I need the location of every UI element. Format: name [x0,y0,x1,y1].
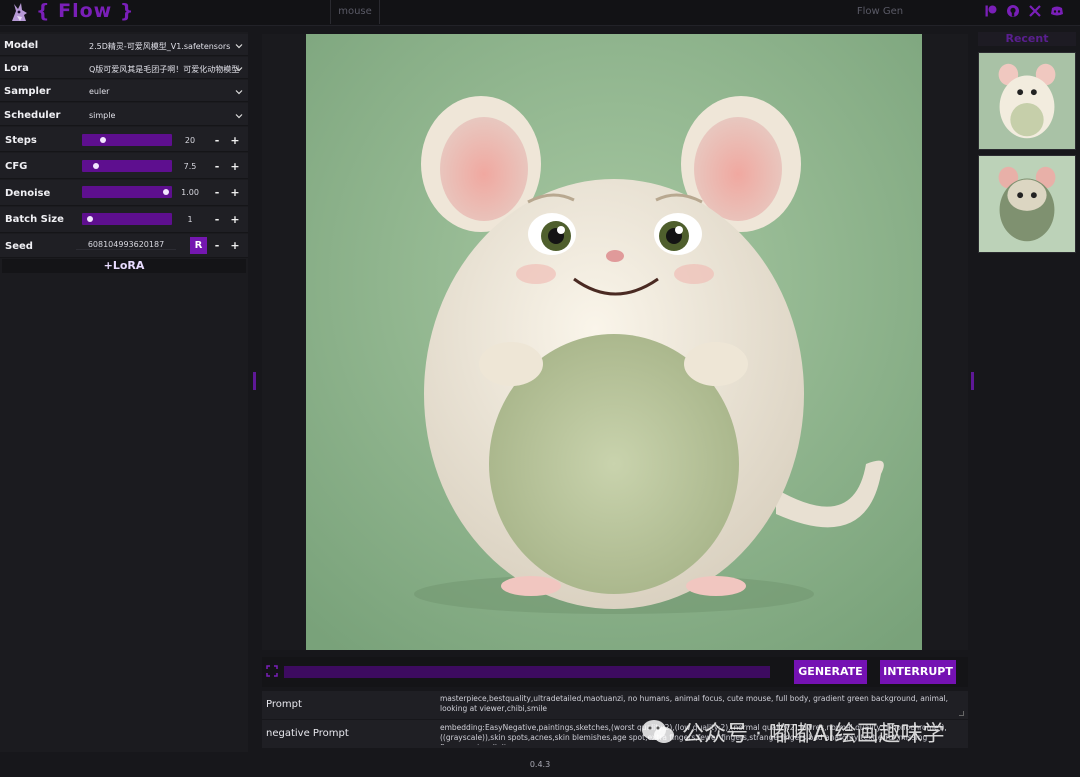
batch-size-slider-thumb[interactable] [87,216,93,222]
chevron-down-icon [235,114,243,119]
recent-thumbnail[interactable] [978,52,1076,150]
denoise-value[interactable]: 1.00 [176,188,204,197]
cfg-value[interactable]: 7.5 [176,162,204,171]
discord-icon[interactable] [1050,4,1064,18]
wechat-icon [642,720,674,743]
cfg-label: CFG [5,161,28,172]
steps-label: Steps [5,135,37,146]
lora-value: Q版可爱风其是毛团子啊！可爱化动物模型 [89,65,240,74]
left-panel-resize-handle[interactable] [253,372,256,390]
cfg-slider-thumb[interactable] [93,163,99,169]
x-icon[interactable] [1028,4,1042,18]
lora-select[interactable]: Lora Q版可爱风其是毛团子啊！可爱化动物模型 [0,57,248,79]
steps-decrement-button[interactable]: - [211,134,223,147]
resize-grip-icon[interactable] [959,711,964,716]
recent-panel: Recent [976,32,1080,752]
top-bar: { Flow } mouse Flow Gen [0,0,1080,26]
tab-mouse[interactable]: mouse [330,0,380,24]
batch-size-value[interactable]: 1 [176,215,204,224]
generated-image [306,34,922,650]
steps-slider[interactable] [82,134,172,146]
version-label: 0.4.3 [529,760,551,769]
settings-panel: Model 2.5D精灵-可爱风模型_V1.safetensors Lora Q… [0,32,248,752]
scheduler-select[interactable]: Scheduler simple [0,103,248,126]
seed-input[interactable]: 608104993620187 [76,240,176,250]
denoise-slider-thumb[interactable] [163,189,169,195]
scheduler-label: Scheduler [4,110,61,121]
model-value: 2.5D精灵-可爱风模型_V1.safetensors [89,42,231,51]
lora-label: Lora [4,63,29,74]
denoise-increment-button[interactable]: + [229,186,241,199]
negative-prompt-label: negative Prompt [266,728,349,739]
seed-decrement-button[interactable]: - [211,239,223,252]
steps-increment-button[interactable]: + [229,134,241,147]
sampler-value: euler [89,87,110,96]
watermark-text: 公众号 · 嘟嘟AI绘画趣味学 [682,722,945,747]
prompt-field[interactable]: Prompt masterpiece,bestquality,ultradeta… [262,691,968,719]
sampler-select[interactable]: Sampler euler [0,80,248,102]
fullscreen-icon[interactable] [266,665,278,677]
seed-label: Seed [5,241,33,252]
cfg-slider[interactable] [82,160,172,172]
denoise-label: Denoise [5,188,51,199]
denoise-slider[interactable] [82,186,172,198]
batch-size-label: Batch Size [5,214,64,225]
prompt-label: Prompt [266,699,302,710]
patreon-icon[interactable] [984,4,998,18]
sampler-label: Sampler [4,86,51,97]
cfg-decrement-button[interactable]: - [211,160,223,173]
seed-row: Seed 608104993620187 R - + [0,234,248,258]
watermark: 公众号 · 嘟嘟AI绘画趣味学 [640,716,945,748]
chevron-down-icon [235,44,243,49]
steps-row: Steps 20 - + [0,127,248,152]
model-select[interactable]: Model 2.5D精灵-可爱风模型_V1.safetensors [0,34,248,56]
scheduler-value: simple [89,111,116,120]
interrupt-button[interactable]: INTERRUPT [880,660,956,684]
seed-increment-button[interactable]: + [229,239,241,252]
denoise-row: Denoise 1.00 - + [0,180,248,206]
chevron-down-icon [235,67,243,72]
chevron-down-icon [235,90,243,95]
batch-size-decrement-button[interactable]: - [211,213,223,226]
recent-title: Recent [978,32,1076,46]
random-seed-button[interactable]: R [190,237,207,254]
recent-thumbnail[interactable] [978,155,1076,253]
action-bar: GENERATE INTERRUPT [262,657,968,687]
model-label: Model [4,40,39,51]
batch-size-slider[interactable] [82,213,172,225]
prompt-input[interactable]: masterpiece,bestquality,ultradetailed,ma… [440,694,960,716]
steps-value[interactable]: 20 [176,136,204,145]
denoise-decrement-button[interactable]: - [211,186,223,199]
steps-slider-thumb[interactable] [100,137,106,143]
mascot-logo-icon [12,3,27,21]
app-brand: { Flow } [36,0,135,22]
progress-bar [284,666,770,678]
batch-size-row: Batch Size 1 - + [0,207,248,233]
github-icon[interactable] [1006,4,1020,18]
add-lora-button[interactable]: +LoRA [2,259,246,273]
cfg-row: CFG 7.5 - + [0,153,248,179]
tab-flow-gen[interactable]: Flow Gen [850,0,910,24]
right-panel-resize-handle[interactable] [971,372,974,390]
generate-button[interactable]: GENERATE [794,660,867,684]
cfg-increment-button[interactable]: + [229,160,241,173]
batch-size-increment-button[interactable]: + [229,213,241,226]
